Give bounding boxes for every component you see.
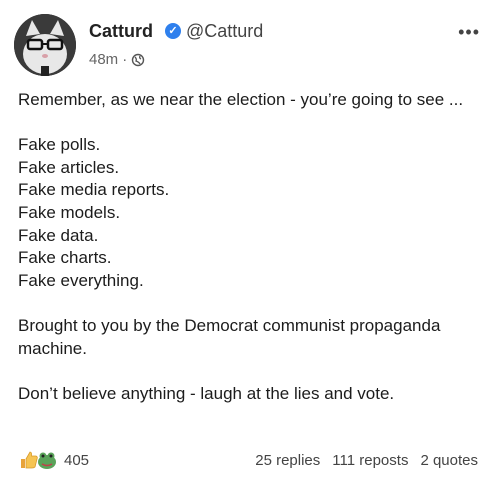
avatar[interactable] — [14, 14, 76, 76]
post-card: Catturd ✓ @Catturd 48m · ••• Remember, a… — [0, 0, 500, 477]
quotes-count[interactable]: 2 quotes — [420, 452, 478, 469]
engagement-bar: 405 25 replies 111 reposts 2 quotes — [18, 449, 478, 471]
post-line: Brought to you by the Democrat communist… — [18, 315, 441, 358]
post-line: Fake data. — [18, 225, 99, 245]
post-line: Fake models. — [18, 202, 121, 222]
post-line: Fake articles. — [18, 157, 120, 177]
display-name[interactable]: Catturd — [89, 21, 153, 42]
separator-dot: · — [122, 51, 128, 68]
post-line: Remember, as we near the election - you’… — [18, 90, 464, 109]
verified-badge-icon: ✓ — [165, 23, 181, 39]
more-options-icon[interactable]: ••• — [458, 22, 480, 43]
post-line: Fake charts. — [18, 248, 112, 268]
timestamp[interactable]: 48m — [89, 51, 118, 68]
globe-icon — [131, 53, 145, 66]
reaction-count: 405 — [64, 451, 90, 469]
frog-icon — [38, 452, 56, 469]
post-line: Fake media reports. — [18, 180, 170, 200]
post-body: Remember, as we near the election - you’… — [18, 89, 483, 405]
post-line: Fake polls. — [18, 135, 101, 155]
cat-avatar-image — [14, 14, 76, 76]
post-line: Don’t believe anything - laugh at the li… — [18, 383, 395, 403]
reposts-count[interactable]: 111 reposts — [332, 452, 408, 469]
replies-count[interactable]: 25 replies — [255, 452, 320, 469]
post-line: Fake everything. — [18, 270, 144, 290]
user-handle[interactable]: @Catturd — [186, 21, 263, 42]
reactions[interactable]: 405 — [18, 449, 89, 471]
post-stats: 25 replies 111 reposts 2 quotes — [255, 452, 478, 469]
post-meta: 48m · — [89, 51, 145, 68]
